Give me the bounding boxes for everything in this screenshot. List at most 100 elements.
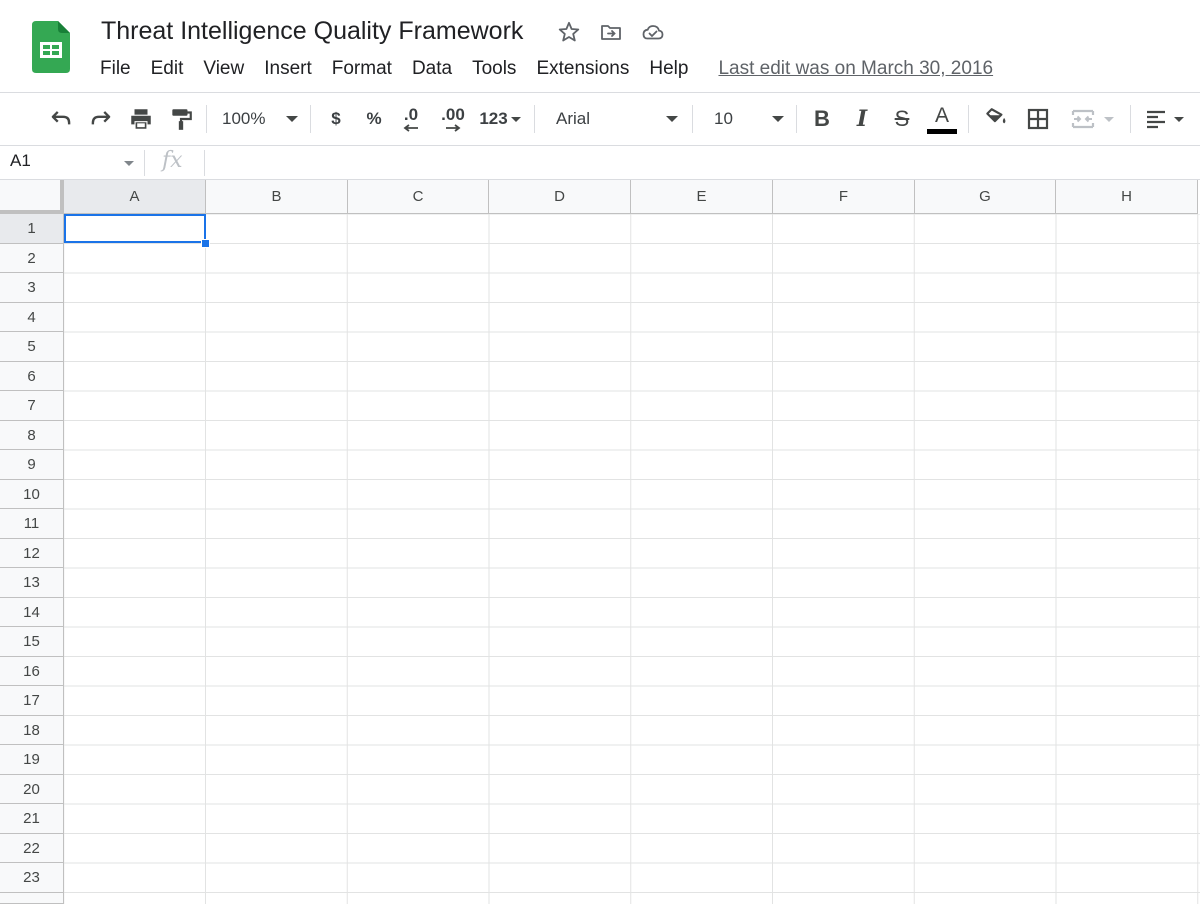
- row-header-13[interactable]: 13: [0, 568, 64, 598]
- horizontal-align-button[interactable]: [1140, 93, 1188, 145]
- row-header-20[interactable]: 20: [0, 775, 64, 804]
- cell-grid[interactable]: [64, 214, 1200, 904]
- font-family-value: Arial: [556, 109, 591, 128]
- column-header-c[interactable]: C: [348, 180, 489, 214]
- borders-button[interactable]: [1022, 93, 1054, 145]
- chevron-down-icon: [666, 116, 678, 122]
- toolbar-divider: [1130, 105, 1131, 133]
- menu-tools[interactable]: Tools: [462, 55, 526, 83]
- row-header-19[interactable]: 19: [0, 745, 64, 775]
- formula-input[interactable]: [216, 151, 1186, 175]
- toolbar-divider: [692, 105, 693, 133]
- arrow-left-icon: [403, 124, 418, 132]
- menu-file[interactable]: File: [90, 55, 141, 83]
- row-header-1[interactable]: 1: [0, 214, 64, 244]
- row-header-18[interactable]: 18: [0, 716, 64, 745]
- row-header-4[interactable]: 4: [0, 303, 64, 332]
- row-header-10[interactable]: 10: [0, 480, 64, 509]
- strikethrough-button[interactable]: S: [886, 93, 918, 145]
- toolbar-divider: [796, 105, 797, 133]
- app-header: Threat Intelligence Quality Framework Fi…: [0, 0, 1200, 92]
- toolbar-divider: [534, 105, 535, 133]
- column-header-g[interactable]: G: [915, 180, 1056, 214]
- row-header-23[interactable]: 23: [0, 863, 64, 893]
- paint-format-icon: [172, 109, 192, 130]
- text-color-swatch: [927, 128, 957, 134]
- formula-bar-divider: [204, 150, 205, 176]
- row-header-12[interactable]: 12: [0, 539, 64, 568]
- row-header-2[interactable]: 2: [0, 244, 64, 273]
- last-edit-link[interactable]: Last edit was on March 30, 2016: [718, 55, 993, 83]
- menu-bar: File Edit View Insert Format Data Tools …: [90, 55, 993, 83]
- percent-format-button[interactable]: %: [360, 93, 388, 145]
- star-icon[interactable]: [557, 20, 581, 44]
- font-size-value: 10: [714, 109, 733, 128]
- merge-cells-button[interactable]: [1062, 93, 1122, 145]
- selected-cell-a1[interactable]: [64, 214, 206, 243]
- row-header-7[interactable]: 7: [0, 391, 64, 421]
- row-header-9[interactable]: 9: [0, 450, 64, 480]
- toolbar-divider: [968, 105, 969, 133]
- strikethrough-label: S: [894, 106, 910, 131]
- currency-format-button[interactable]: $: [322, 93, 350, 145]
- print-button[interactable]: [126, 93, 156, 145]
- column-header-f[interactable]: F: [773, 180, 915, 214]
- italic-button[interactable]: I: [846, 93, 878, 145]
- zoom-select[interactable]: 100%: [216, 93, 304, 145]
- undo-button[interactable]: [46, 93, 76, 145]
- column-header-a[interactable]: A: [64, 180, 206, 214]
- paint-format-button[interactable]: [166, 93, 196, 145]
- formula-bar: A1 fx: [0, 146, 1200, 180]
- row-header-3[interactable]: 3: [0, 273, 64, 303]
- row-header-6[interactable]: 6: [0, 362, 64, 391]
- row-header-5[interactable]: 5: [0, 332, 64, 362]
- fill-handle[interactable]: [201, 239, 210, 248]
- google-sheets-logo-icon[interactable]: [32, 21, 70, 73]
- row-header-15[interactable]: 15: [0, 627, 64, 657]
- redo-button[interactable]: [86, 93, 116, 145]
- menu-help[interactable]: Help: [639, 55, 698, 83]
- menu-view[interactable]: View: [193, 55, 254, 83]
- redo-icon: [91, 111, 111, 125]
- row-header-21[interactable]: 21: [0, 804, 64, 834]
- font-size-select[interactable]: 10: [706, 93, 788, 145]
- column-header-d[interactable]: D: [489, 180, 631, 214]
- increase-decimal-label: .00: [441, 105, 465, 124]
- row-header-14[interactable]: 14: [0, 598, 64, 627]
- chevron-down-icon: [286, 116, 298, 122]
- menu-insert[interactable]: Insert: [254, 55, 322, 83]
- row-header-partial[interactable]: [0, 893, 64, 904]
- column-header-h[interactable]: H: [1056, 180, 1198, 214]
- font-family-select[interactable]: Arial: [548, 93, 684, 145]
- column-header-b[interactable]: B: [206, 180, 348, 214]
- menu-edit[interactable]: Edit: [141, 55, 194, 83]
- formula-bar-divider: [144, 150, 145, 176]
- select-all-corner[interactable]: [0, 180, 64, 214]
- row-header-8[interactable]: 8: [0, 421, 64, 450]
- document-title[interactable]: Threat Intelligence Quality Framework: [101, 14, 523, 48]
- toolbar-divider: [310, 105, 311, 133]
- name-box[interactable]: A1: [10, 151, 31, 171]
- menu-data[interactable]: Data: [402, 55, 462, 83]
- fill-color-button[interactable]: [980, 93, 1012, 145]
- menu-format[interactable]: Format: [322, 55, 402, 83]
- menu-extensions[interactable]: Extensions: [526, 55, 639, 83]
- move-to-folder-icon[interactable]: [599, 20, 623, 44]
- row-header-22[interactable]: 22: [0, 834, 64, 863]
- decrease-decimal-button[interactable]: .0: [396, 93, 426, 145]
- row-header-11[interactable]: 11: [0, 509, 64, 539]
- bold-button[interactable]: B: [806, 93, 838, 145]
- undo-icon: [51, 111, 71, 125]
- increase-decimal-button[interactable]: .00: [436, 93, 470, 145]
- column-header-e[interactable]: E: [631, 180, 773, 214]
- merge-cells-icon: [1071, 109, 1095, 129]
- zoom-value: 100%: [222, 109, 266, 128]
- chevron-down-icon: [1174, 116, 1184, 122]
- cloud-status-icon[interactable]: [641, 20, 665, 44]
- row-header-16[interactable]: 16: [0, 657, 64, 686]
- row-header-17[interactable]: 17: [0, 686, 64, 716]
- chevron-down-icon: [510, 116, 521, 122]
- chevron-down-icon[interactable]: [124, 161, 134, 166]
- text-color-button[interactable]: A: [924, 93, 960, 145]
- more-formats-button[interactable]: 123: [476, 93, 524, 145]
